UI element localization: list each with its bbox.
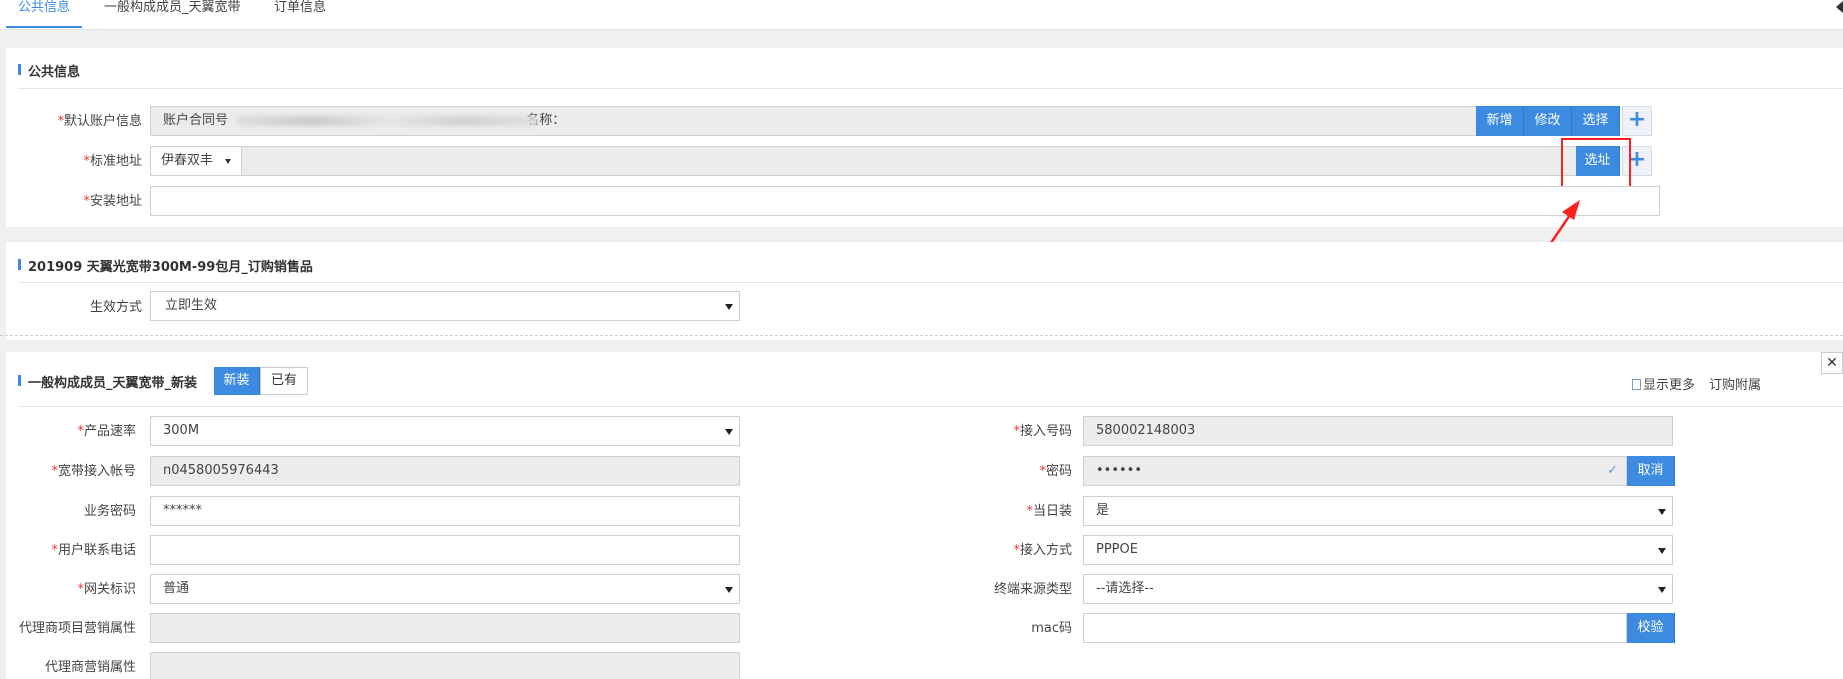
install-address-label: *安装地址: [83, 194, 142, 209]
label-mac-code: mac码: [1031, 621, 1072, 636]
mac-code-input[interactable]: [1083, 613, 1627, 643]
label-password: *密码: [1039, 464, 1072, 479]
account-label: *默认账户信息: [57, 114, 142, 129]
password-field[interactable]: •••••• ✓: [1083, 456, 1627, 486]
tab-order-info[interactable]: 订单信息: [274, 0, 326, 30]
panel-title-public-info: 公共信息: [18, 61, 80, 80]
product-speed-select[interactable]: 300M: [150, 416, 740, 446]
divider: [18, 282, 1843, 283]
divider: [18, 406, 1843, 407]
label-access-number: *接入号码: [1013, 424, 1072, 439]
document-icon: [1632, 379, 1641, 390]
verify-button[interactable]: 校验: [1627, 613, 1675, 643]
gateway-select[interactable]: 普通: [150, 574, 740, 604]
label-access-mode: *接入方式: [1013, 543, 1072, 558]
standard-address-field: [150, 146, 1620, 176]
public-info-panel: 公共信息 *默认账户信息 账户合同号 名称： 新增 修改 选择 + *标准地址 …: [6, 48, 1843, 227]
order-attach-link[interactable]: 订购附属: [1709, 374, 1761, 393]
access-mode-select[interactable]: PPPOE: [1083, 535, 1673, 565]
dropdown-caret-icon: [225, 159, 231, 164]
same-day-install-select[interactable]: 是: [1083, 496, 1673, 526]
check-icon: ✓: [1607, 463, 1618, 478]
dashed-divider: [0, 335, 1843, 336]
label-agent-marketing-attr: 代理商营销属性: [44, 660, 136, 675]
top-tab-bar: 公共信息 一般构成成员_天翼宽带 订单信息: [0, 0, 1843, 30]
label-service-password: 业务密码: [83, 504, 136, 519]
effect-mode-select[interactable]: 立即生效: [150, 291, 740, 321]
show-more-link[interactable]: 显示更多: [1632, 374, 1695, 393]
label-product-speed: *产品速率: [77, 424, 136, 439]
label-contact-phone: *用户联系电话: [51, 543, 136, 558]
select-account-button[interactable]: 选择: [1572, 106, 1620, 136]
contact-phone-input[interactable]: [150, 535, 740, 565]
service-password-input[interactable]: ******: [150, 496, 740, 526]
cancel-button[interactable]: 取消: [1627, 456, 1675, 486]
existing-toggle[interactable]: 已有: [260, 367, 308, 395]
standard-address-label: *标准地址: [83, 154, 142, 169]
dropdown-caret-icon: [725, 429, 733, 435]
dropdown-caret-icon: [1658, 509, 1666, 515]
tab-broadband-member[interactable]: 一般构成成员_天翼宽带: [104, 0, 241, 30]
redacted-text: [238, 116, 538, 126]
edit-account-button[interactable]: 修改: [1524, 106, 1572, 136]
city-select[interactable]: 伊春双丰: [150, 146, 242, 176]
panel-title-member: 一般构成成员_天翼宽带_新装: [18, 372, 197, 391]
effect-mode-label: 生效方式: [89, 300, 142, 315]
broadband-account-field: n0458005976443: [150, 456, 740, 486]
active-tab-indicator: [6, 26, 82, 28]
panel-title-product: 201909 天翼光宽带300M-99包月_订购销售品: [18, 256, 313, 275]
terminal-source-select[interactable]: --请选择--: [1083, 574, 1673, 604]
agent-project-attr-field: [150, 613, 740, 643]
label-terminal-source: 终端来源类型: [993, 582, 1072, 597]
dropdown-caret-icon: [1658, 587, 1666, 593]
product-panel: 201909 天翼光宽带300M-99包月_订购销售品 生效方式 立即生效: [6, 242, 1843, 340]
dropdown-caret-icon: [1658, 548, 1666, 554]
dropdown-caret-icon: [725, 304, 733, 310]
new-install-toggle[interactable]: 新装: [214, 367, 260, 395]
divider: [18, 88, 1843, 89]
install-address-input[interactable]: [150, 186, 1660, 216]
label-agent-project-attr: 代理商项目营销属性: [18, 621, 136, 636]
agent-marketing-attr-field: [150, 652, 740, 679]
plus-icon[interactable]: +: [1622, 106, 1652, 136]
label-gateway: *网关标识: [77, 582, 136, 597]
label-same-day-install: *当日装: [1026, 504, 1072, 519]
collapse-left-icon[interactable]: [1836, 1, 1843, 13]
close-icon[interactable]: ✕: [1821, 352, 1843, 374]
label-broadband-account: *宽带接入帐号: [51, 464, 136, 479]
access-number-field: 580002148003: [1083, 416, 1673, 446]
add-account-button[interactable]: 新增: [1476, 106, 1524, 136]
dropdown-caret-icon: [725, 587, 733, 593]
member-panel: 一般构成成员_天翼宽带_新装 新装 已有 显示更多 订购附属 ✕ *产品速率 3…: [6, 352, 1843, 679]
